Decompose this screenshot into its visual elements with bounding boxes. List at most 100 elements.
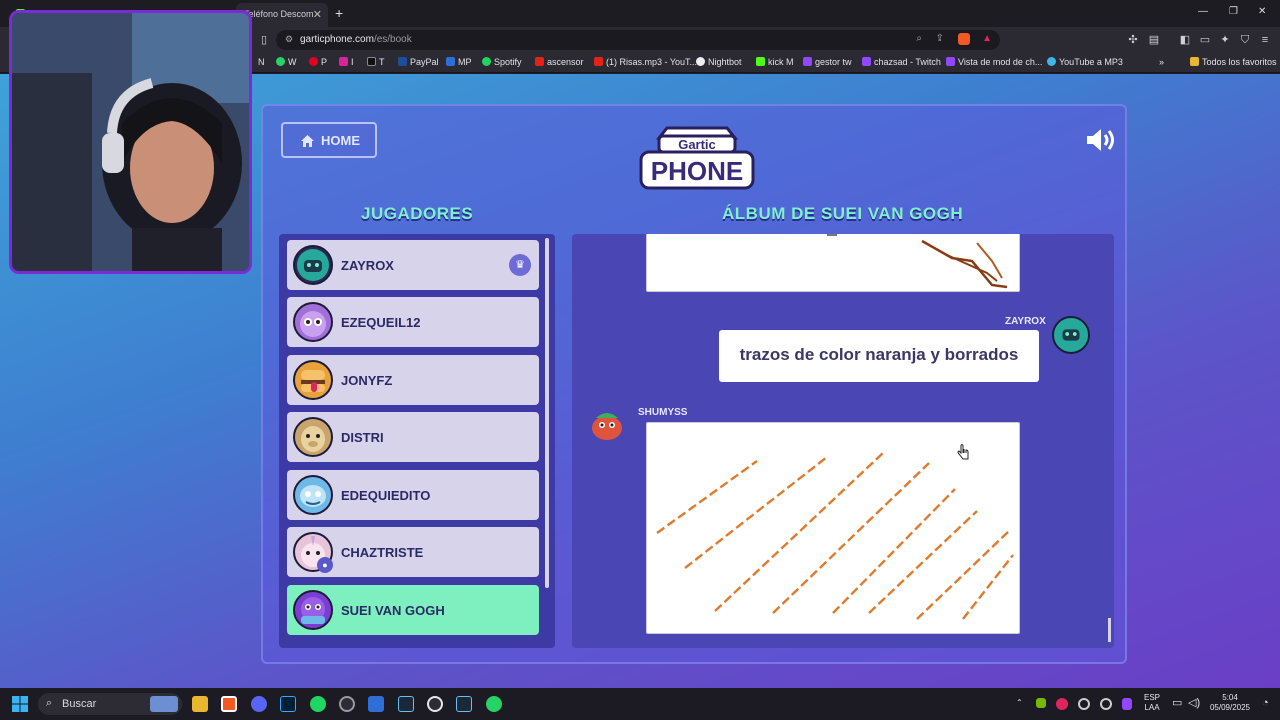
player-card[interactable]: EDEQUIEDITO — [287, 470, 539, 520]
brave-rewards-icon[interactable]: ▲ — [982, 33, 992, 44]
player-card[interactable]: JONYFZ — [287, 355, 539, 405]
kick-icon — [756, 57, 765, 66]
bookmark-icon[interactable]: ▯ — [258, 34, 270, 46]
tray-app-icon[interactable] — [1100, 698, 1112, 710]
windows-taskbar: ⌕ Buscar ⌃ ESP LAA ▭ ◁) 5:04 05/09/2025 ◔ — [0, 688, 1280, 720]
minimize-icon[interactable]: — — [1198, 6, 1208, 17]
bookmark-item[interactable]: Spotify — [482, 57, 522, 67]
address-bar[interactable]: ⚙ garticphone.com/es/book ⌕ ⇪ ▲ — [276, 30, 1000, 50]
bookmark-item[interactable]: MP — [446, 57, 472, 67]
bookmark-item[interactable]: chazsad - Twitch — [862, 57, 941, 67]
brave-shields-icon[interactable] — [958, 33, 970, 45]
user-badge-icon: ● — [317, 557, 333, 573]
bookmark-item[interactable]: Vista de mod de ch... — [946, 57, 1042, 67]
image-viewer-icon[interactable] — [368, 696, 384, 712]
svg-text:PHONE: PHONE — [651, 156, 743, 186]
bookmark-item[interactable]: (1) Risas.mp3 - YouT... — [594, 57, 697, 67]
spotify-taskbar-icon[interactable] — [310, 696, 326, 712]
windows-start-icon[interactable] — [12, 696, 28, 712]
photoshop-icon[interactable] — [280, 696, 296, 712]
bookmark-item[interactable]: W — [276, 57, 297, 67]
clock[interactable]: 5:04 05/09/2025 — [1206, 693, 1254, 713]
bookmark-item[interactable]: P — [309, 57, 327, 67]
wallet-icon[interactable]: ▭ — [1199, 34, 1211, 46]
whatsapp-taskbar-icon[interactable] — [486, 696, 502, 712]
sidebar-icon[interactable]: ◧ — [1179, 34, 1191, 46]
steam-icon[interactable] — [456, 696, 472, 712]
player-card-active[interactable]: SUEI VAN GOGH — [287, 585, 539, 635]
vpn-icon[interactable]: ⛉ — [1239, 34, 1251, 46]
album-scrollbar[interactable] — [1108, 618, 1111, 642]
player-card[interactable]: CHAZTRISTE ● — [287, 527, 539, 577]
search-highlight-icon — [150, 696, 178, 712]
bookmark-item[interactable]: N — [258, 57, 265, 67]
app-icon[interactable] — [427, 696, 443, 712]
keyboard-language[interactable]: ESP LAA — [1141, 693, 1163, 713]
close-window-icon[interactable]: ✕ — [1258, 6, 1266, 17]
player-card[interactable]: EZEQUEIL12 — [287, 297, 539, 347]
home-button[interactable]: HOME — [281, 122, 377, 158]
player-card[interactable]: ZAYROX ♛ — [287, 240, 539, 290]
bookmark-item[interactable]: PayPal — [398, 57, 439, 67]
youtube-icon — [594, 57, 603, 66]
tray-overflow-icon[interactable]: ⌃ — [1016, 698, 1023, 708]
webcam-feed-image — [12, 13, 249, 271]
share-icon[interactable]: ⇪ — [936, 33, 944, 44]
crown-icon: ♛ — [509, 254, 531, 276]
nvidia-icon[interactable] — [1036, 698, 1046, 708]
bookmark-item[interactable]: ascensor — [535, 57, 584, 67]
album-title: ÁLBUM DE SUEI VAN GOGH — [722, 204, 964, 223]
taskbar-search[interactable]: ⌕ Buscar — [38, 693, 182, 715]
bookmark-item[interactable]: Nightbot — [696, 57, 742, 67]
new-tab-button[interactable]: + — [335, 5, 343, 21]
sound-icon[interactable] — [1085, 126, 1117, 154]
obs-icon[interactable] — [339, 696, 355, 712]
network-icon[interactable]: ▭ — [1172, 698, 1182, 709]
drawing-strokes — [827, 234, 1008, 289]
leo-ai-icon[interactable]: ✦ — [1219, 34, 1231, 46]
restore-icon[interactable]: ❐ — [1229, 6, 1238, 17]
player-name: CHAZTRISTE — [341, 545, 424, 560]
discord-icon[interactable] — [251, 696, 267, 712]
drawing-previous — [646, 234, 1020, 292]
spotify-icon — [482, 57, 491, 66]
webcam-overlay — [9, 10, 252, 274]
tab-label: Teléfono Descom — [244, 9, 314, 19]
tray-app-icon[interactable] — [1056, 698, 1068, 710]
file-explorer-icon[interactable] — [192, 696, 208, 712]
player-card[interactable]: DISTRI — [287, 412, 539, 462]
album-feed[interactable]: ZAYROX trazos de color naranja y borrado… — [572, 234, 1114, 648]
entry-author: ZAYROX — [1005, 316, 1046, 327]
site-info-icon[interactable]: ⚙ — [285, 34, 293, 45]
player-name: ZAYROX — [341, 258, 394, 273]
bookmark-item[interactable]: gestor tw — [803, 57, 852, 67]
player-avatar — [293, 417, 333, 457]
obs-tray-icon[interactable] — [1078, 698, 1090, 710]
home-icon — [301, 135, 314, 147]
tab-search-icon[interactable]: ▤ — [1148, 34, 1160, 46]
notifications-icon[interactable]: ◔ — [1262, 698, 1269, 709]
twitch-icon — [803, 57, 812, 66]
volume-icon[interactable]: ◁) — [1188, 698, 1200, 709]
menu-icon[interactable]: ≡ — [1259, 34, 1271, 46]
hand-cursor-icon — [957, 444, 969, 460]
steam-icon[interactable] — [398, 696, 414, 712]
twitch-icon — [946, 57, 955, 66]
brave-taskbar-icon[interactable] — [221, 696, 237, 712]
bookmark-item[interactable]: I — [339, 57, 354, 67]
pinterest-icon — [309, 57, 318, 66]
bookmark-item[interactable]: YouTube a MP3 — [1047, 57, 1123, 67]
player-avatar — [293, 245, 333, 285]
bookmark-item[interactable]: kick M — [756, 57, 794, 67]
twitch-icon — [862, 57, 871, 66]
players-scrollbar[interactable] — [545, 238, 549, 588]
search-label: Buscar — [62, 698, 97, 710]
close-tab-icon[interactable]: ✕ — [313, 8, 322, 21]
tray-app-icon[interactable] — [1122, 698, 1132, 710]
extensions-icon[interactable]: ✣ — [1127, 34, 1139, 46]
bookmark-folder[interactable]: Todos los favoritos — [1190, 57, 1277, 67]
search-icon: ⌕ — [46, 697, 53, 709]
bookmark-item[interactable]: T — [367, 57, 385, 67]
zoom-icon[interactable]: ⌕ — [916, 33, 922, 44]
more-bookmarks-icon[interactable]: » — [1159, 57, 1164, 67]
